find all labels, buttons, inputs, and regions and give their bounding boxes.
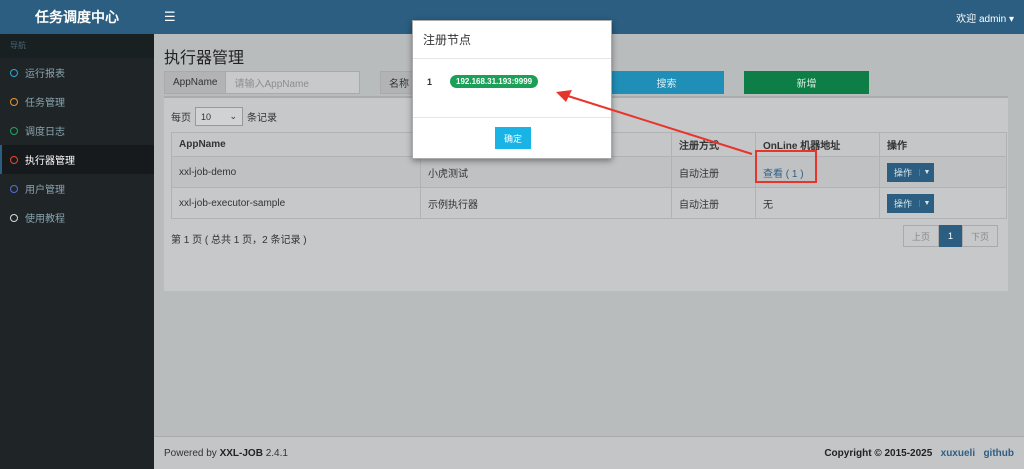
per-page-prefix: 每页 xyxy=(171,113,191,124)
per-page-control: 每页 10 ⌄ 条记录 xyxy=(171,107,277,126)
registry-node-row: 1 192.168.31.193:9999 xyxy=(427,75,539,88)
version-text: 2.4.1 xyxy=(265,447,288,459)
annotation-highlight-box xyxy=(755,150,817,183)
appname-label: AppName xyxy=(165,72,227,93)
appname-input[interactable]: 请输入AppName xyxy=(226,72,359,93)
cell-name: 示例执行器 xyxy=(420,187,672,219)
node-index: 1 xyxy=(427,76,433,87)
powered-prefix: Powered by xyxy=(164,447,217,459)
operation-label: 操作 xyxy=(894,198,913,209)
cell-register-type: 自动注册 xyxy=(671,156,756,188)
cell-register-type: 自动注册 xyxy=(671,187,756,219)
cell-operation: 操作 ▼ xyxy=(879,156,1007,188)
circle-icon xyxy=(10,155,18,164)
chevron-down-icon: ⌄ xyxy=(229,111,237,121)
per-page-suffix: 条记录 xyxy=(247,113,277,124)
sidebar-item-label: 调度日志 xyxy=(25,127,65,138)
sidebar-item-label: 执行器管理 xyxy=(25,156,75,167)
sidebar-item-logs[interactable]: 调度日志 xyxy=(0,116,154,145)
cell-operation: 操作 ▼ xyxy=(879,187,1007,219)
ok-button[interactable]: 确定 xyxy=(495,127,531,149)
pagination: 上页 1 下页 xyxy=(902,225,998,247)
sidebar: 任务调度中心 导航 运行报表 任务管理 调度日志 执行器管理 用户管理 使用教程 xyxy=(0,0,154,469)
sidebar-item-executors[interactable]: 执行器管理 xyxy=(0,145,154,174)
prev-page-button[interactable]: 上页 xyxy=(902,225,939,247)
table-row: xxl-job-executor-sample 示例执行器 自动注册 无 操作 … xyxy=(171,187,1007,219)
table-row: xxl-job-demo 小虎测试 自动注册 查看 ( 1 ) 操作 ▼ xyxy=(171,156,1007,188)
cell-appname: xxl-job-demo xyxy=(171,156,421,188)
per-page-value: 10 xyxy=(201,111,212,122)
nav-header: 导航 xyxy=(0,34,154,58)
registry-nodes-modal: 注册节点 1 192.168.31.193:9999 确定 xyxy=(412,20,612,159)
circle-icon xyxy=(10,184,18,193)
operation-label: 操作 xyxy=(894,167,913,178)
node-address-badge: 192.168.31.193:9999 xyxy=(450,75,539,88)
sidebar-item-label: 用户管理 xyxy=(25,185,65,196)
author-link[interactable]: xuxueli xyxy=(941,448,975,459)
hamburger-icon[interactable]: ☰ xyxy=(164,9,176,25)
welcome-text: 欢迎 admin xyxy=(956,13,1007,25)
search-button[interactable]: 搜索 xyxy=(609,71,724,94)
modal-divider xyxy=(413,117,611,118)
operation-dropdown-button[interactable]: 操作 ▼ xyxy=(887,193,934,213)
add-button[interactable]: 新增 xyxy=(744,71,869,94)
page-title: 执行器管理 xyxy=(164,50,245,67)
powered-by: Powered by XXL-JOB 2.4.1 xyxy=(164,448,288,459)
circle-icon xyxy=(10,126,18,135)
cell-appname: xxl-job-executor-sample xyxy=(171,187,421,219)
col-appname[interactable]: AppName xyxy=(171,132,421,157)
page-info: 第 1 页 ( 总共 1 页，2 条记录 ) xyxy=(171,235,307,246)
user-menu[interactable]: 欢迎 admin ▾ xyxy=(956,10,1014,25)
circle-icon xyxy=(10,97,18,106)
sidebar-item-label: 运行报表 xyxy=(25,69,65,80)
sidebar-item-help[interactable]: 使用教程 xyxy=(0,203,154,232)
caret-down-icon: ▾ xyxy=(1008,13,1014,25)
next-page-button[interactable]: 下页 xyxy=(961,225,998,247)
current-page-button[interactable]: 1 xyxy=(938,225,962,247)
sidebar-item-label: 使用教程 xyxy=(25,214,65,225)
per-page-select[interactable]: 10 ⌄ xyxy=(195,107,243,126)
github-link[interactable]: github xyxy=(983,448,1014,459)
caret-down-icon: ▼ xyxy=(919,168,934,176)
col-operation: 操作 xyxy=(879,132,1007,157)
sidebar-item-users[interactable]: 用户管理 xyxy=(0,174,154,203)
brand-logo[interactable]: 任务调度中心 xyxy=(0,0,154,34)
sidebar-item-jobs[interactable]: 任务管理 xyxy=(0,87,154,116)
modal-title: 注册节点 xyxy=(413,21,611,59)
footer: Powered by XXL-JOB 2.4.1 Copyright © 201… xyxy=(154,436,1024,469)
appname-filter: AppName 请输入AppName xyxy=(164,71,360,94)
circle-icon xyxy=(10,68,18,77)
circle-icon xyxy=(10,213,18,222)
cell-name: 小虎测试 xyxy=(420,156,672,188)
sidebar-item-report[interactable]: 运行报表 xyxy=(0,58,154,87)
copyright-text: Copyright © 2015-2025 xyxy=(824,447,933,459)
operation-dropdown-button[interactable]: 操作 ▼ xyxy=(887,162,934,182)
caret-down-icon: ▼ xyxy=(919,199,934,207)
sidebar-item-label: 任务管理 xyxy=(25,98,65,109)
cell-online: 无 xyxy=(755,187,880,219)
col-register-type[interactable]: 注册方式 xyxy=(671,132,756,157)
product-name: XXL-JOB xyxy=(219,447,263,459)
copyright-area: Copyright © 2015-2025 xuxueli github xyxy=(824,448,1014,459)
